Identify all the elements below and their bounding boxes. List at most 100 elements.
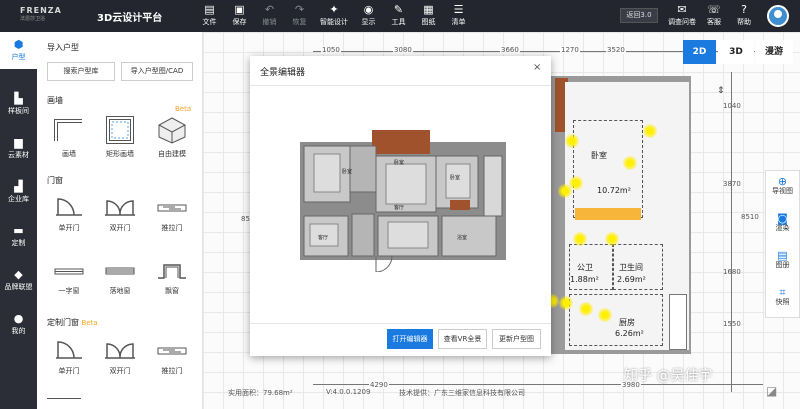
heat-point[interactable]	[623, 156, 637, 170]
single-door-tool[interactable]: 单开门	[46, 193, 92, 233]
list-icon: ☰	[453, 3, 464, 16]
straight-window-tool[interactable]: 一字窗	[46, 260, 92, 296]
area-readout: 实用面积：79.68m²	[228, 389, 293, 397]
room-bedroom-area: 10.72m²	[597, 186, 631, 195]
double-door-tool[interactable]: 双开门	[97, 193, 143, 233]
heat-point[interactable]	[605, 232, 619, 246]
nav-floorplan[interactable]: ⬢ 户型	[0, 32, 37, 69]
open-editor-button[interactable]: 打开编辑器	[387, 329, 433, 349]
free-model-tool[interactable]: 自由建模	[149, 115, 195, 159]
heat-point[interactable]	[598, 308, 612, 322]
navigation-arrows-icon[interactable]: ⇕	[717, 86, 725, 96]
drawing-icon: ▦	[423, 3, 434, 16]
draw-wall-label: 画墙	[62, 150, 76, 158]
help-button[interactable]: ? 帮助	[732, 2, 756, 27]
survey-button[interactable]: ✉ 调查问卷	[668, 2, 696, 27]
display-button[interactable]: ◉ 显示	[357, 2, 380, 32]
smart-design-button[interactable]: ✦ 智能设计	[318, 2, 350, 32]
nav-user[interactable]: ● 我的	[0, 306, 37, 343]
save-button[interactable]: ▣ 保存	[228, 2, 251, 32]
search-floorplan-button[interactable]: 搜索户型库	[47, 62, 115, 81]
floorplan-preview	[300, 130, 506, 272]
undo-icon: ↶	[264, 3, 275, 16]
custom-sliding-door-icon	[157, 347, 187, 355]
undo-label: 撤销	[262, 18, 277, 26]
service-button[interactable]: ☏ 客服	[702, 2, 726, 27]
snapshot-icon: ⌗	[779, 286, 786, 299]
list-button[interactable]: ☰ 清单	[447, 2, 470, 32]
snapshot-button[interactable]: ⌗ 快照	[766, 282, 799, 319]
nav-enterprise[interactable]: ▟ 企业库	[0, 174, 37, 211]
album-button[interactable]: ▤ 图册	[766, 245, 799, 282]
redo-button[interactable]: ↷ 恢复	[288, 2, 311, 32]
partial-door-icon	[47, 398, 81, 409]
straight-window-label: 一字窗	[58, 287, 80, 295]
view-vr-button[interactable]: 查看VR全景	[438, 329, 487, 349]
avatar[interactable]	[767, 5, 789, 27]
view-3d-button[interactable]: 3D	[718, 40, 754, 64]
room-bedroom-name: 卧室	[591, 151, 607, 160]
save-label: 保存	[232, 18, 247, 26]
update-floorplan-button[interactable]: 更新户型图	[492, 329, 541, 349]
undo-button[interactable]: ↶ 撤销	[258, 2, 281, 32]
single-door-label: 单开门	[58, 224, 80, 232]
draw-wall-tool[interactable]: 画墙	[46, 115, 92, 159]
view-2d-button[interactable]: 2D	[683, 40, 716, 64]
top-dim-3: 3660	[500, 46, 520, 54]
return-button[interactable]: 返回3.0	[620, 8, 658, 23]
modal-footer-divider	[250, 323, 551, 324]
heat-point[interactable]	[579, 302, 593, 316]
room-kitchen-name: 厨房	[619, 318, 635, 327]
kitchen-counter	[669, 294, 687, 350]
custom-sliding-door-tool[interactable]: 推拉门	[149, 336, 195, 376]
redo-label: 恢复	[292, 18, 307, 26]
floor-window-tool[interactable]: 落地窗	[97, 260, 143, 296]
panorama-editor-modal: 全景编辑器 × 卧室 卧室 卧室 客厅 客厅 浴室 打开编辑器 查看VR全景 更…	[250, 56, 551, 356]
room-public-bath-area: 1.88m²	[570, 275, 599, 284]
3d-cube-icon[interactable]: ◪	[766, 384, 786, 402]
top-dim-5: 3520	[606, 46, 626, 54]
door-section-title: 门窗	[47, 176, 63, 185]
survey-icon: ✉	[677, 3, 687, 16]
drawing-button[interactable]: ▦ 图纸	[417, 2, 440, 32]
brand-icon: ◆	[14, 268, 23, 281]
nav-showroom[interactable]: ▙ 样板间	[0, 86, 37, 123]
nav-brand[interactable]: ◆ 品牌联盟	[0, 262, 37, 299]
nav-custom[interactable]: ▬ 定制	[0, 218, 37, 255]
room-kitchen-area: 6.26m²	[615, 329, 644, 338]
rect-wall-tool[interactable]: 矩形画墙	[97, 115, 143, 159]
heat-point[interactable]	[559, 296, 573, 310]
import-cad-button[interactable]: 导入户型图/CAD	[121, 62, 193, 81]
bedroom-wardrobe	[575, 208, 641, 220]
guide-view-button[interactable]: ⊕ 导视图	[766, 171, 799, 208]
toolbar-right: ✉ 调查问卷 ☏ 客服 ? 帮助	[668, 2, 762, 27]
bay-window-tool[interactable]: 飘窗	[149, 260, 195, 296]
heat-point[interactable]	[565, 134, 579, 148]
close-icon[interactable]: ×	[533, 62, 541, 73]
custom-single-door-tool[interactable]: 单开门	[46, 336, 92, 376]
heat-point[interactable]	[573, 232, 587, 246]
room-bathroom-name: 卫生间	[619, 263, 643, 272]
tools-button[interactable]: ✎ 工具	[387, 2, 410, 32]
room-public-bath-name: 公卫	[577, 263, 593, 272]
file-button[interactable]: ▤ 文件	[198, 2, 221, 32]
right-dim-4: 1680	[723, 268, 741, 276]
nav-showroom-label: 样板间	[8, 107, 29, 115]
nav-enterprise-label: 企业库	[8, 195, 29, 203]
heat-point[interactable]	[643, 124, 657, 138]
view-walk-button[interactable]: 漫游	[755, 40, 793, 64]
toolbar-actions: ▤ 文件 ▣ 保存 ↶ 撤销 ↷ 恢复 ✦ 智能设计 ◉ 显示 ✎ 工具 ▦ 图纸 ☰ 清单	[198, 2, 477, 32]
render-button[interactable]: ◙ 渲染	[766, 208, 799, 245]
redo-icon: ↷	[294, 3, 305, 16]
custom-single-door-icon	[56, 341, 82, 359]
tools-icon: ✎	[393, 3, 404, 16]
nav-cloud-material[interactable]: ▆ 云素材	[0, 130, 37, 167]
custom-double-door-tool[interactable]: 双开门	[97, 336, 143, 376]
heat-point[interactable]	[569, 176, 583, 190]
custom-double-door-label: 双开门	[109, 367, 131, 375]
tools-label: 工具	[391, 18, 406, 26]
sliding-door-tool[interactable]: 推拉门	[149, 193, 195, 233]
free-model-icon	[158, 117, 186, 144]
user-icon: ●	[13, 312, 24, 325]
cloud-material-icon: ▆	[14, 136, 23, 149]
